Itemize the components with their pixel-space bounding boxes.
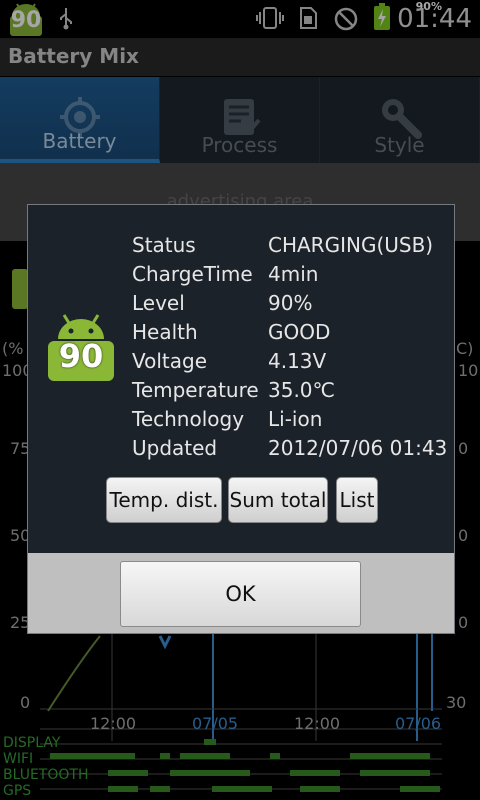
level-value: 90%: [268, 291, 313, 315]
updated-value: 2012/07/06 01:43: [268, 436, 448, 460]
status-value: CHARGING(USB): [268, 233, 434, 257]
voltage-value: 4.13V: [268, 349, 327, 373]
temperature-value: 35.0℃: [268, 378, 335, 402]
technology-label: Technology: [132, 407, 245, 431]
temp-dist-button[interactable]: Temp. dist.: [106, 477, 222, 523]
sum-total-button[interactable]: Sum total: [228, 477, 328, 523]
health-label: Health: [132, 320, 198, 344]
charge-time-label: ChargeTime: [132, 262, 253, 286]
ok-button[interactable]: OK: [120, 561, 361, 627]
updated-label: Updated: [132, 436, 218, 460]
dialog-battery-level: 90: [58, 337, 104, 375]
dialog-body: 90 Status CHARGING(USB) ChargeTime 4min …: [28, 205, 454, 553]
level-label: Level: [132, 291, 185, 315]
battery-info-dialog: 90 Status CHARGING(USB) ChargeTime 4min …: [27, 204, 455, 634]
technology-value: Li-ion: [268, 407, 323, 431]
charge-time-value: 4min: [268, 262, 319, 286]
list-button[interactable]: List: [336, 477, 378, 523]
voltage-label: Voltage: [132, 349, 208, 373]
health-value: GOOD: [268, 320, 331, 344]
temperature-label: Temperature: [132, 378, 259, 402]
status-label: Status: [132, 233, 196, 257]
